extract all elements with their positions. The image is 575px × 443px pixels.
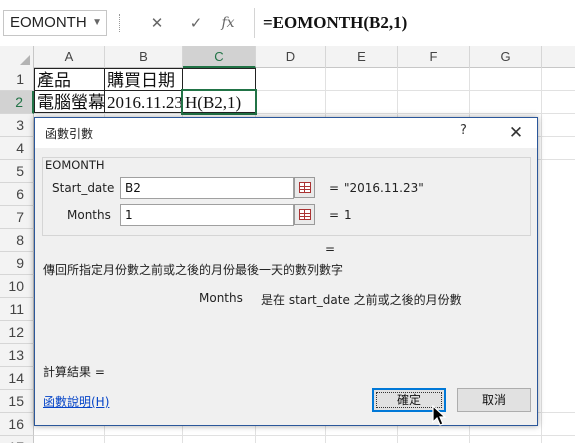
- insert-function-icon[interactable]: fx: [215, 11, 241, 35]
- active-cell-selection: [181, 89, 257, 115]
- months-equals: =: [329, 208, 340, 222]
- select-all-button[interactable]: [0, 46, 34, 68]
- formula-bar: EOMONTH ▼ ✕ ✓ fx =EOMONTH(B2,1): [0, 0, 575, 46]
- chevron-down-icon[interactable]: ▼: [92, 11, 102, 35]
- argument-description-text: 是在 start_date 之前或之後的月份數: [261, 293, 462, 307]
- start-date-input[interactable]: B2: [120, 177, 294, 199]
- row-header-15[interactable]: 15: [0, 390, 34, 413]
- cell-a2[interactable]: 電腦螢幕: [34, 90, 105, 113]
- row-header-3[interactable]: 3: [0, 114, 34, 137]
- column-header-g[interactable]: G: [470, 46, 542, 68]
- row-header-5[interactable]: 5: [0, 160, 34, 183]
- arguments-group: EOMONTH Start_date B2 = "2016.11.23" Mon…: [42, 157, 531, 236]
- function-description: 傳回所指定月份數之前或之後的月份最後一天的數列數字: [43, 263, 344, 277]
- cell-c1[interactable]: [182, 68, 256, 91]
- column-header-f[interactable]: F: [398, 46, 470, 68]
- row-header-17[interactable]: 17: [0, 436, 34, 443]
- formula-result-equals: =: [325, 242, 336, 256]
- formula-bar-separator: [119, 14, 120, 32]
- row-header-9[interactable]: 9: [0, 252, 34, 275]
- row-header-8[interactable]: 8: [0, 229, 34, 252]
- row-header-7[interactable]: 7: [0, 206, 34, 229]
- close-icon[interactable]: ✕: [501, 119, 531, 147]
- range-select-icon: [299, 182, 311, 193]
- row-header-2[interactable]: 2: [0, 91, 34, 114]
- gridline: [541, 68, 542, 443]
- enter-formula-icon[interactable]: ✓: [183, 11, 209, 35]
- row-header-11[interactable]: 11: [0, 298, 34, 321]
- months-label: Months: [67, 208, 111, 222]
- column-headers: A B C D E F G: [0, 46, 575, 68]
- mouse-pointer-icon: [432, 405, 447, 426]
- row-header-6[interactable]: 6: [0, 183, 34, 206]
- row-header-14[interactable]: 14: [0, 367, 34, 390]
- formula-input[interactable]: =EOMONTH(B2,1): [254, 8, 575, 38]
- row-header-10[interactable]: 10: [0, 275, 34, 298]
- row-header-12[interactable]: 12: [0, 321, 34, 344]
- column-header-b[interactable]: B: [105, 46, 183, 68]
- months-collapse-button[interactable]: [294, 204, 315, 225]
- months-input[interactable]: 1: [120, 204, 294, 226]
- function-help-link[interactable]: 函數說明(H): [43, 393, 109, 410]
- column-header-c[interactable]: C: [183, 46, 256, 68]
- dialog-body: EOMONTH Start_date B2 = "2016.11.23" Mon…: [35, 148, 537, 426]
- cancel-formula-icon[interactable]: ✕: [144, 11, 170, 35]
- dialog-title: 函數引數: [45, 127, 94, 141]
- column-header-a[interactable]: A: [34, 46, 105, 68]
- column-header-e[interactable]: E: [326, 46, 398, 68]
- argument-description-name: Months: [199, 291, 243, 305]
- start-date-equals: =: [329, 181, 340, 195]
- row-header-4[interactable]: 4: [0, 137, 34, 160]
- cancel-button[interactable]: 取消: [457, 388, 531, 412]
- row-header-1[interactable]: 1: [0, 68, 34, 91]
- row-header-16[interactable]: 16: [0, 413, 34, 436]
- gridline: [34, 435, 575, 436]
- months-result: 1: [344, 208, 352, 222]
- start-date-result: "2016.11.23": [344, 181, 424, 195]
- start-date-label: Start_date: [52, 181, 115, 195]
- column-header-d[interactable]: D: [256, 46, 326, 68]
- name-box[interactable]: EOMONTH ▼: [3, 10, 107, 36]
- cell-b2[interactable]: 2016.11.23: [104, 90, 183, 113]
- dialog-titlebar[interactable]: 函數引數 ? ✕: [35, 118, 537, 148]
- function-arguments-dialog: 函數引數 ? ✕ EOMONTH Start_date B2 = "2016.1…: [34, 117, 538, 426]
- select-all-icon: [20, 55, 30, 65]
- gridline: [34, 113, 575, 114]
- help-icon[interactable]: ?: [460, 123, 467, 138]
- range-select-icon: [299, 209, 311, 220]
- name-box-value: EOMONTH: [10, 14, 87, 31]
- row-header-13[interactable]: 13: [0, 344, 34, 367]
- cell-b1[interactable]: 購買日期: [104, 68, 183, 91]
- cell-a1[interactable]: 產品: [34, 68, 105, 91]
- calculation-result-label: 計算結果 =: [43, 365, 105, 379]
- function-name-label: EOMONTH: [44, 158, 106, 172]
- start-date-collapse-button[interactable]: [294, 177, 315, 198]
